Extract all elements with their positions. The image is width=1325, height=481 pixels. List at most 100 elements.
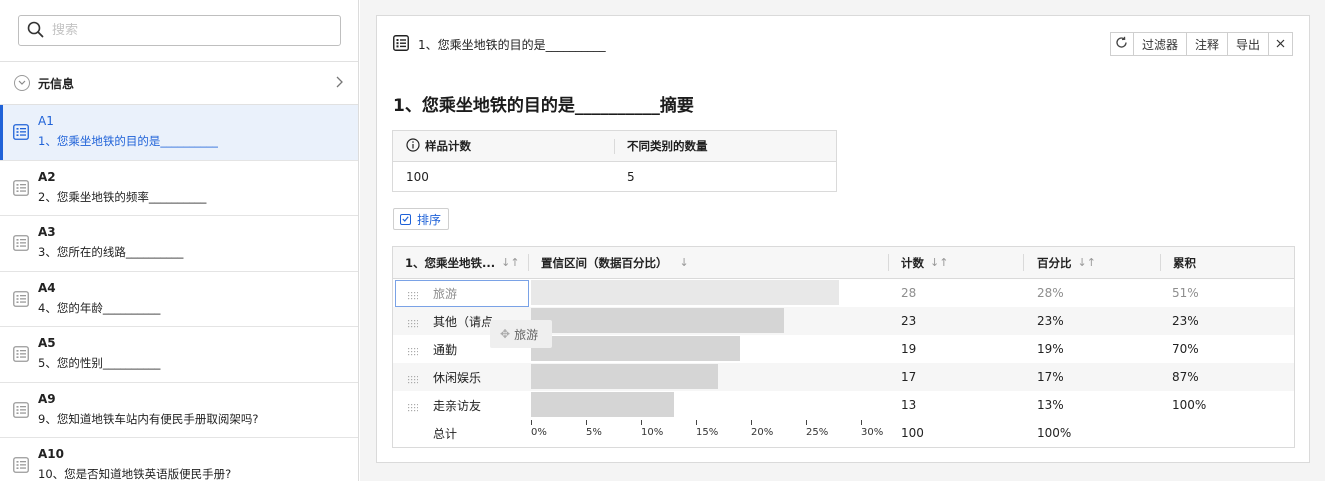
axis-tick <box>586 420 587 425</box>
col-header-percent[interactable]: 百分比 ↓↑ <box>1037 247 1096 278</box>
close-button[interactable] <box>1269 33 1292 55</box>
count-cell: 13 <box>901 398 917 412</box>
chevron-right-icon <box>335 76 343 91</box>
sample-count-value: 100 <box>406 170 429 184</box>
sidebar-item-a4[interactable]: A4 4、您的年龄__________ <box>0 272 358 327</box>
sort-arrows-icon[interactable]: ↓↑ <box>930 256 948 269</box>
cumulative-cell: 51% <box>1172 286 1199 300</box>
list-icon <box>13 290 29 307</box>
table-header: 1、您乘坐地铁... ↓↑ 置信区间（数据百分比） ↓ 计数 ↓↑ 百分比 ↓↑ <box>393 247 1294 279</box>
question-title: 3、您所在的线路__________ <box>38 245 184 259</box>
list-icon <box>13 346 29 362</box>
axis-tick <box>531 420 532 425</box>
question-title: 4、您的年龄__________ <box>38 300 161 315</box>
question-code: A3 <box>38 225 56 239</box>
cumulative-cell: 70% <box>1172 342 1199 356</box>
axis-tick-label: 20% <box>751 427 774 438</box>
search-box[interactable] <box>18 15 341 46</box>
move-icon: ✥ <box>500 327 511 341</box>
export-button[interactable]: 导出 <box>1227 33 1269 55</box>
col-header-cumulative-label: 累积 <box>1173 255 1196 270</box>
question-code: A5 <box>38 336 56 350</box>
list-icon <box>13 124 29 140</box>
axis-tick-label: 25% <box>806 427 829 438</box>
sidebar-item-a10[interactable]: A10 10、您是否知道地铁英语版便民手册? <box>0 438 358 481</box>
percent-cell: 28% <box>1037 286 1064 300</box>
drag-handle-icon[interactable] <box>408 401 419 412</box>
axis-tick-label: 0% <box>531 427 547 438</box>
confidence-bar <box>531 280 839 305</box>
category-cell: 旅游 <box>433 286 458 301</box>
summary-title: 1、您乘坐地铁的目的是__________摘要 <box>393 96 694 116</box>
search-input[interactable] <box>52 23 302 38</box>
sort-button[interactable]: 排序 <box>393 208 450 230</box>
total-label: 总计 <box>433 426 458 441</box>
drag-handle-icon[interactable] <box>408 345 419 356</box>
search-bar <box>0 0 358 62</box>
col-header-confidence-label: 置信区间（数据百分比） <box>541 255 668 270</box>
table-row[interactable]: 旅游 28 28% 51% <box>393 279 1294 307</box>
sidebar-item-a9[interactable]: A9 9、您知道地铁车站内有便民手册取阅架吗? <box>0 383 358 438</box>
question-list: A1 1、您乘坐地铁的目的是__________ A2 2、您乘坐地铁的频率_____… <box>0 105 358 481</box>
meta-info-row[interactable]: 元信息 <box>0 62 358 105</box>
drag-ghost-label: 旅游 <box>514 327 539 342</box>
confidence-bar <box>531 308 784 333</box>
question-code: A4 <box>38 280 56 295</box>
sample-count-header: 样品计数 <box>425 139 471 153</box>
count-cell: 17 <box>901 370 917 384</box>
category-cell: 休闲娱乐 <box>433 370 482 385</box>
table-row[interactable]: 走亲访友 13 13% 100% <box>393 391 1294 419</box>
count-cell: 23 <box>901 314 917 328</box>
sidebar-item-a2[interactable]: A2 2、您乘坐地铁的频率__________ <box>0 161 358 216</box>
app: 元信息 A1 1、您乘坐地铁的目的是__________ A2 2、您乘坐地铁的频率_… <box>0 0 1325 481</box>
percent-cell: 19% <box>1037 342 1064 356</box>
col-header-category[interactable]: 1、您乘坐地铁... ↓↑ <box>405 247 520 278</box>
category-cell: 通勤 <box>433 342 458 357</box>
cumulative-cell: 23% <box>1172 314 1199 328</box>
sidebar-item-a1[interactable]: A1 1、您乘坐地铁的目的是__________ <box>0 105 358 161</box>
question-code: A10 <box>38 447 64 461</box>
drag-handle-icon[interactable] <box>408 373 419 384</box>
annotate-button[interactable]: 注释 <box>1186 33 1228 55</box>
table-row[interactable]: 休闲娱乐 17 17% 87% <box>393 363 1294 391</box>
panel-header: 1、您乘坐地铁的目的是__________ <box>393 35 606 54</box>
refresh-button[interactable] <box>1110 33 1134 55</box>
chevron-circle-icon <box>14 75 30 91</box>
drag-handle-icon[interactable] <box>408 317 419 328</box>
confidence-bar <box>531 364 718 389</box>
axis-tick-label: 15% <box>696 427 719 438</box>
distinct-count-value: 5 <box>627 170 635 184</box>
col-header-count[interactable]: 计数 ↓↑ <box>901 247 948 278</box>
summary-panel: 1、您乘坐地铁的目的是__________ 过滤器 注释 导出 1、您乘坐地铁的… <box>376 15 1310 463</box>
total-percent: 100% <box>1037 426 1072 440</box>
axis-tick <box>806 420 807 425</box>
question-title: 5、您的性别__________ <box>38 356 161 370</box>
total-row: 总计 0% 5% 10% 15% 20% 25% 30% 100 100% <box>393 419 1294 447</box>
list-icon <box>13 401 29 418</box>
distinct-count-header: 不同类别的数量 <box>627 139 708 153</box>
sidebar-item-a3[interactable]: A3 3、您所在的线路__________ <box>0 216 358 272</box>
axis-tick-label: 10% <box>641 427 664 438</box>
sidebar-item-a5[interactable]: A5 5、您的性别__________ <box>0 327 358 383</box>
question-title: 9、您知道地铁车站内有便民手册取阅架吗? <box>38 411 259 426</box>
col-header-confidence[interactable]: 置信区间（数据百分比） ↓ <box>541 247 689 278</box>
axis-tick <box>861 420 862 425</box>
cumulative-cell: 100% <box>1172 398 1207 412</box>
stats-header: 样品计数 不同类别的数量 <box>393 131 836 162</box>
refresh-icon <box>1115 36 1128 52</box>
col-header-percent-label: 百分比 <box>1037 255 1072 270</box>
sort-label: 排序 <box>417 212 442 227</box>
sort-down-icon[interactable]: ↓ <box>680 256 689 269</box>
sidebar: 元信息 A1 1、您乘坐地铁的目的是__________ A2 2、您乘坐地铁的频率_… <box>0 0 359 481</box>
col-header-cumulative[interactable]: 累积 <box>1173 247 1196 278</box>
info-icon[interactable] <box>406 137 420 155</box>
toolbar: 过滤器 注释 导出 <box>1109 32 1293 56</box>
filter-button[interactable]: 过滤器 <box>1133 33 1187 55</box>
sort-arrows-icon[interactable]: ↓↑ <box>1078 256 1096 269</box>
list-icon <box>13 457 29 473</box>
axis-tick <box>751 420 752 425</box>
sort-arrows-icon[interactable]: ↓↑ <box>501 256 519 269</box>
drag-handle-icon[interactable] <box>408 289 419 300</box>
axis-tick <box>641 420 642 425</box>
axis-tick-label: 5% <box>586 427 602 438</box>
